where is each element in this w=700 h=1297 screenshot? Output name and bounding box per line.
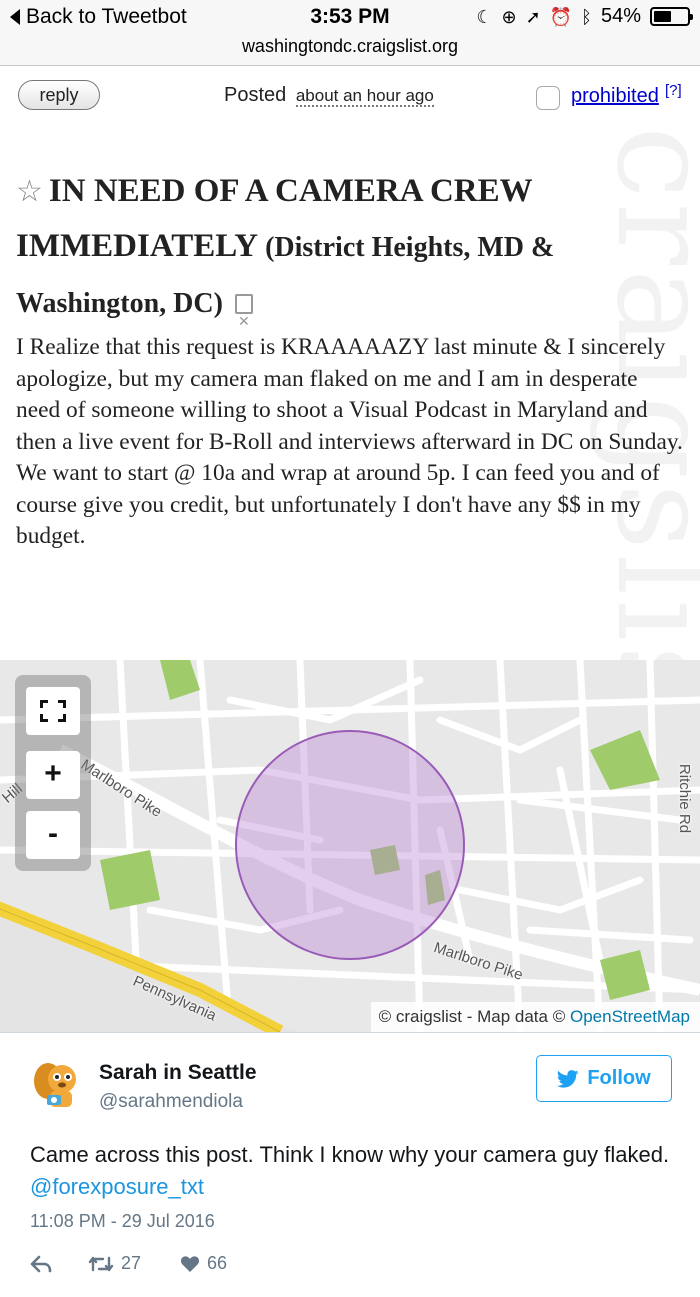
- url-bar[interactable]: washingtondc.craigslist.org: [0, 36, 700, 66]
- alarm-icon: ⏰: [549, 6, 573, 27]
- battery-icon: [650, 7, 693, 26]
- reply-button[interactable]: reply: [18, 80, 100, 110]
- openstreetmap-link[interactable]: OpenStreetMap: [570, 1007, 690, 1026]
- reply-action[interactable]: [30, 1255, 88, 1273]
- bluetooth-icon: ᛒ: [581, 6, 592, 27]
- map-controls: + -: [15, 675, 91, 871]
- status-icons: ☾ ⊕ ➚ ⏰ ᛒ 54%: [476, 5, 693, 28]
- map-attribution: © craigslist - Map data © OpenStreetMap: [370, 1002, 700, 1032]
- retweet-count: 27: [121, 1253, 142, 1273]
- avatar[interactable]: [30, 1055, 86, 1111]
- squirrel-avatar-icon: [34, 1063, 76, 1107]
- retweet-icon: [88, 1256, 114, 1271]
- tweet-actions: 27 66: [30, 1253, 227, 1274]
- retweet-action[interactable]: 27: [88, 1253, 180, 1274]
- zoom-out-button[interactable]: -: [26, 811, 80, 859]
- approximate-location-circle: [235, 730, 465, 960]
- heart-icon: [180, 1255, 200, 1272]
- tweet-body: Came across this post. Think I know why …: [30, 1142, 670, 1167]
- post-title: ☆ IN NEED OF A CAMERA CREW IMMEDIATELY (D…: [16, 164, 676, 350]
- prohibited-checkbox[interactable]: [536, 86, 560, 110]
- tweet-mention-link[interactable]: @forexposure_txt: [30, 1174, 204, 1199]
- tweet-author[interactable]: Sarah in Seattle: [99, 1061, 257, 1085]
- reply-arrow-icon: [30, 1255, 52, 1272]
- posted-label: Posted: [224, 84, 287, 106]
- post-toolbar: reply Posted about an hour ago prohibite…: [0, 76, 700, 112]
- follow-button[interactable]: Follow: [536, 1055, 672, 1102]
- road-label-ritchie: Ritchie Rd: [676, 763, 694, 834]
- rotation-lock-icon: ⊕: [501, 6, 517, 27]
- zoom-in-button[interactable]: +: [26, 751, 80, 799]
- posted-ago: about an hour ago: [295, 86, 434, 107]
- attribution-text: © craigslist - Map data ©: [378, 1007, 566, 1026]
- like-count: 66: [207, 1253, 228, 1273]
- tweet-handle[interactable]: @sarahmendiola: [99, 1091, 243, 1113]
- battery-percent: 54%: [600, 5, 641, 27]
- like-action[interactable]: 66: [180, 1253, 227, 1274]
- favorite-star-icon[interactable]: ☆: [16, 174, 43, 209]
- posted-info: Posted about an hour ago: [224, 84, 434, 107]
- fullscreen-button[interactable]: [26, 687, 80, 735]
- post-body: I Realize that this request is KRAAAAAZY…: [16, 334, 683, 549]
- craigslist-post: craigslist reply Posted about an hour ag…: [0, 66, 700, 660]
- tweet-text: Came across this post. Think I know why …: [30, 1139, 670, 1203]
- map-tiles: [0, 660, 700, 1032]
- tweet-timestamp[interactable]: 11:08 PM - 29 Jul 2016: [30, 1211, 215, 1232]
- prohibited-link[interactable]: prohibited: [571, 85, 659, 108]
- help-link[interactable]: [?]: [665, 82, 682, 99]
- twitter-bird-icon: [557, 1069, 579, 1088]
- battery-fill: [654, 11, 672, 22]
- status-bar: Back to Tweetbot 3:53 PM ☾ ⊕ ➚ ⏰ ᛒ 54%: [0, 0, 700, 36]
- moon-icon: ☾: [476, 6, 493, 27]
- hide-post-icon[interactable]: [234, 294, 253, 350]
- follow-label: Follow: [587, 1067, 651, 1089]
- location-arrow-icon: ➚: [525, 6, 541, 27]
- map[interactable]: Marlboro Pike Marlboro Pike Pennsylvania…: [0, 660, 700, 1032]
- fullscreen-icon: [40, 700, 66, 722]
- tweet-card: Sarah in Seattle @sarahmendiola Follow C…: [0, 1032, 700, 1297]
